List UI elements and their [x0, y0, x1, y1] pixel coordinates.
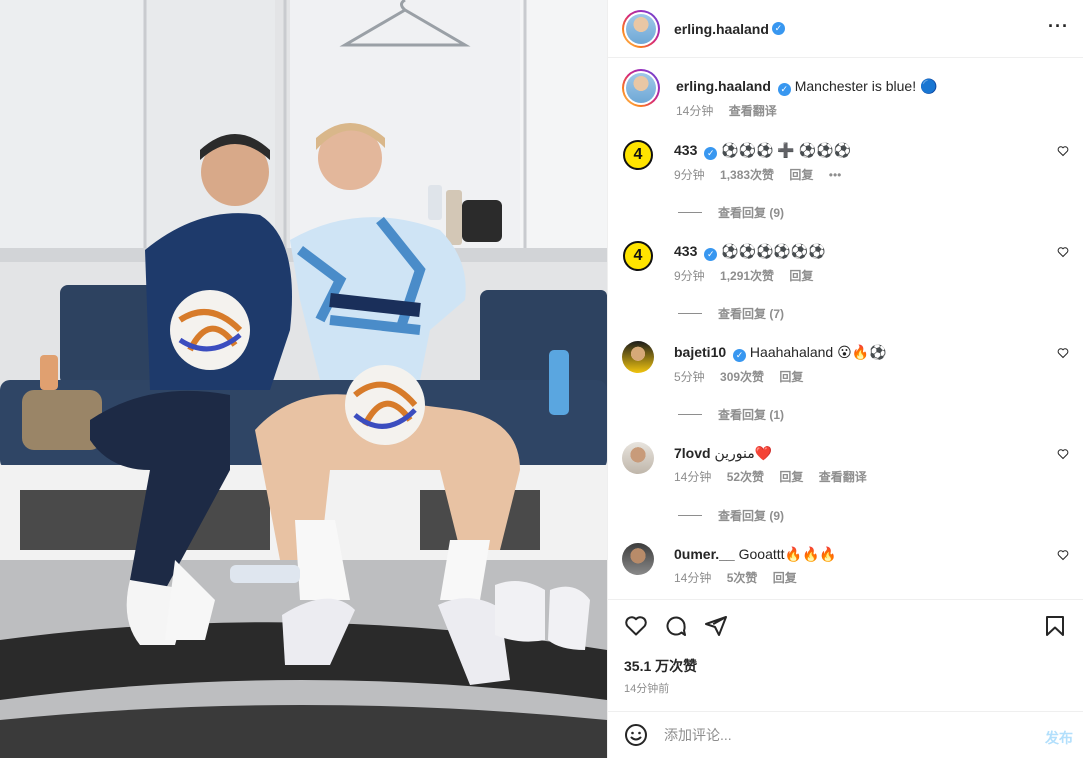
see-translation-button[interactable]: 查看翻译 [729, 104, 777, 118]
reply-button[interactable]: 回复 [779, 370, 803, 384]
comment-time: 14分钟 [674, 470, 712, 484]
comment-time: 5分钟 [674, 370, 705, 384]
add-comment-bar: 发布 [608, 711, 1083, 758]
comment-text: ⚽⚽⚽ ➕ ⚽⚽⚽ [721, 142, 851, 158]
post-time: 14分钟前 [624, 683, 670, 695]
commenter-avatar[interactable] [622, 442, 654, 474]
view-replies-button[interactable]: 查看回复 (9) [678, 204, 784, 221]
verified-icon: ✓ [704, 248, 718, 261]
caption-text: Manchester is blue! 🔵 [794, 78, 938, 94]
heart-icon[interactable] [1057, 246, 1069, 258]
comment-time: 9分钟 [674, 168, 705, 182]
bookmark-icon[interactable] [1043, 614, 1067, 638]
see-translation-button[interactable]: 查看翻译 [819, 470, 867, 484]
comment-options-icon[interactable]: ••• [829, 168, 842, 182]
comment-item: bajeti10 ✓ Haahahaland 😮🔥⚽ 5分钟 309次赞 回复 [622, 341, 1069, 385]
author-username[interactable]: erling.haaland [674, 21, 769, 37]
commenter-avatar[interactable]: 4 [622, 240, 654, 272]
comment-time: 14分钟 [674, 571, 712, 585]
comment-text: Gooattt🔥🔥🔥 [738, 546, 837, 562]
heart-icon[interactable] [1057, 145, 1069, 157]
post-photo[interactable] [0, 0, 607, 758]
reply-button[interactable]: 回复 [789, 168, 813, 182]
verified-icon: ✓ [733, 349, 747, 362]
likes-count[interactable]: 35.1 万次赞 [624, 656, 697, 676]
view-replies-button[interactable]: 查看回复 (9) [678, 507, 784, 524]
verified-icon: ✓ [777, 83, 791, 96]
commenter-avatar[interactable] [622, 341, 654, 373]
comment-likes[interactable]: 1,383次赞 [720, 168, 774, 182]
commenter-avatar[interactable] [622, 543, 654, 575]
comments-list[interactable]: erling.haaland ✓ Manchester is blue! 🔵 1… [608, 59, 1083, 599]
emoji-icon[interactable] [624, 723, 648, 747]
comment-text: Haahahaland 😮🔥⚽ [749, 344, 887, 360]
verified-icon: ✓ [771, 22, 785, 35]
comment-item: 7lovd منورين❤️ 14分钟 52次赞 回复 查看翻译 [622, 442, 1069, 485]
comment-item: 4 433 ✓ ⚽⚽⚽⚽⚽⚽ 9分钟 1,291次赞 回复 [622, 240, 1069, 284]
caption-avatar[interactable] [622, 69, 660, 107]
commenter-username[interactable]: 433 [674, 142, 697, 158]
post-sidebar: erling.haaland ✓ ··· erling.haaland ✓ Ma… [607, 0, 1083, 758]
view-replies-button[interactable]: 查看回复 (1) [678, 406, 784, 423]
more-horizontal-icon[interactable]: ··· [1048, 16, 1069, 37]
comment-time: 9分钟 [674, 269, 705, 283]
heart-icon[interactable] [1057, 448, 1069, 460]
caption-time: 14分钟 [676, 104, 714, 118]
commenter-username[interactable]: 7lovd [674, 445, 711, 461]
post-header: erling.haaland ✓ ··· [608, 0, 1083, 58]
commenter-username[interactable]: 0umer.__ [674, 546, 735, 562]
post-caption: erling.haaland ✓ Manchester is blue! 🔵 1… [622, 69, 1069, 119]
view-replies-button[interactable]: 查看回复 (7) [678, 305, 784, 322]
reply-button[interactable]: 回复 [773, 571, 797, 585]
verified-icon: ✓ [704, 147, 718, 160]
comment-icon[interactable] [664, 614, 688, 638]
reply-button[interactable]: 回复 [779, 470, 803, 484]
commenter-username[interactable]: 433 [674, 243, 697, 259]
reply-button[interactable]: 回复 [789, 269, 813, 283]
comment-input[interactable] [664, 727, 1024, 743]
commenter-avatar[interactable]: 4 [622, 139, 654, 171]
share-icon[interactable] [704, 614, 728, 638]
comment-likes[interactable]: 5次赞 [727, 571, 758, 585]
comment-likes[interactable]: 1,291次赞 [720, 269, 774, 283]
locker-room-illustration [0, 0, 607, 758]
comment-item: 0umer.__ Gooattt🔥🔥🔥 14分钟 5次赞 回复 [622, 543, 1069, 586]
heart-icon[interactable] [624, 614, 648, 638]
comment-likes[interactable]: 52次赞 [727, 470, 764, 484]
post-comment-button[interactable]: 发布 [1045, 728, 1073, 748]
heart-icon[interactable] [1057, 347, 1069, 359]
author-avatar[interactable] [622, 9, 660, 48]
comment-item: 4 433 ✓ ⚽⚽⚽ ➕ ⚽⚽⚽ 9分钟 1,383次赞 回复 ••• [622, 139, 1069, 183]
commenter-username[interactable]: bajeti10 [674, 344, 726, 360]
post-actions: 35.1 万次赞 14分钟前 [608, 599, 1083, 711]
caption-username[interactable]: erling.haaland [676, 78, 771, 94]
comment-text: ⚽⚽⚽⚽⚽⚽ [721, 243, 826, 259]
comment-likes[interactable]: 309次赞 [720, 370, 764, 384]
comment-text: منورين❤️ [714, 445, 773, 461]
heart-icon[interactable] [1057, 549, 1069, 561]
